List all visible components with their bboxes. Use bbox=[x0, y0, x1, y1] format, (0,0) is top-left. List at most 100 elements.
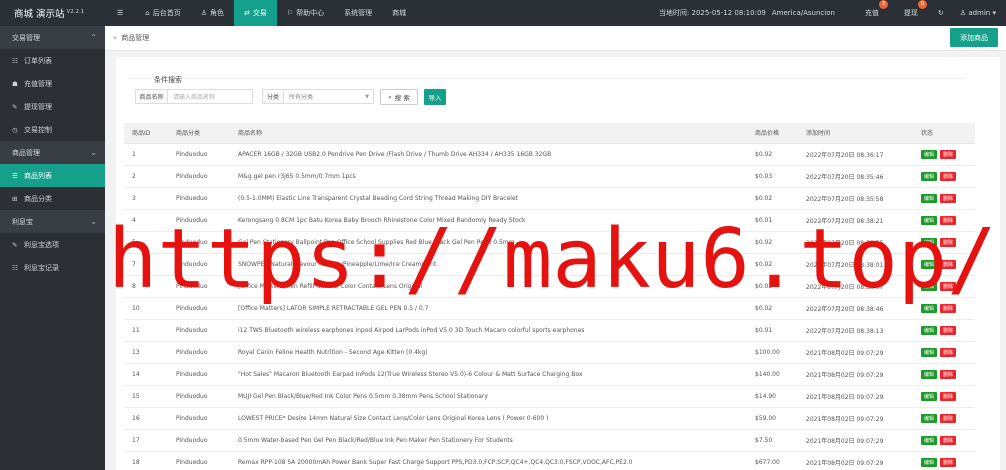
topnav-item-help[interactable]: ⚐ 帮助中心 bbox=[277, 0, 334, 26]
cell-category: Pinduoduo bbox=[168, 319, 230, 342]
delete-button[interactable]: 删除 bbox=[940, 369, 957, 379]
topnav-item-mall[interactable]: 商城 bbox=[382, 0, 416, 26]
edit-button[interactable]: 编辑 bbox=[921, 435, 938, 445]
category-select[interactable]: 所有分类 ▼ bbox=[284, 89, 374, 104]
sidebar-item-orders[interactable]: ☷ 订单列表 bbox=[0, 49, 105, 72]
delete-button[interactable]: 删除 bbox=[940, 303, 957, 313]
header-status: 状态 bbox=[913, 123, 975, 144]
search-icon: ⌕ bbox=[388, 92, 392, 101]
cell-category: Pinduoduo bbox=[168, 363, 230, 386]
sidebar-item-label: 利息宝选项 bbox=[24, 240, 59, 249]
delete-button[interactable]: 删除 bbox=[940, 171, 957, 181]
edit-button[interactable]: 编辑 bbox=[921, 325, 938, 335]
cell-time: 2021年08月02日 09:07:29 bbox=[798, 385, 913, 408]
menu-toggle-icon[interactable]: ☰ bbox=[105, 0, 135, 26]
chevron-down-icon: ⌄ bbox=[90, 217, 97, 226]
top-right-area: 当地时间: 2025-05-12 08:10:09 America/Asunci… bbox=[659, 0, 1006, 26]
brand-logo[interactable]: 商城 演示站 V2.2.1 bbox=[0, 6, 105, 20]
sidebar-group-interest[interactable]: 利息宝 ⌄ bbox=[0, 210, 105, 233]
delete-button[interactable]: 删除 bbox=[940, 259, 957, 269]
product-name-label: 商品名称 bbox=[135, 89, 168, 104]
edit-button[interactable]: 编辑 bbox=[921, 281, 938, 291]
sidebar-group-trade[interactable]: 交易管理 ⌃ bbox=[0, 26, 105, 49]
delete-button[interactable]: 删除 bbox=[940, 435, 957, 445]
edit-button[interactable]: 编辑 bbox=[921, 215, 938, 225]
search-button[interactable]: ⌕ 搜 索 bbox=[380, 89, 418, 105]
sidebar-item-interest-records[interactable]: ☷ 利息宝记录 bbox=[0, 256, 105, 279]
edit-button[interactable]: 编辑 bbox=[921, 237, 938, 247]
cell-time: 2022年07月20日 08:38:13 bbox=[798, 319, 913, 342]
product-name-input[interactable]: 请输入商品名称 bbox=[168, 89, 253, 104]
product-table: 商品ID 商品分类 商品名称 商品价格 添加时间 状态 1 Pinduoduo AP… bbox=[124, 123, 975, 470]
cell-category: Pinduoduo bbox=[168, 209, 230, 232]
sidebar-item-withdraw[interactable]: ✎ 提现管理 bbox=[0, 95, 105, 118]
cell-category: Pinduoduo bbox=[168, 451, 230, 470]
delete-button[interactable]: 删除 bbox=[940, 149, 957, 159]
cell-id: 8 bbox=[124, 275, 168, 298]
delete-button[interactable]: 删除 bbox=[940, 325, 957, 335]
table-row: 2 Pinduoduo M&g gel pen r3j65 0.5mm/0.7mm … bbox=[124, 165, 975, 188]
sidebar-item-product-list[interactable]: ☰ 商品列表 bbox=[0, 164, 105, 187]
add-product-button[interactable]: 添加商品 bbox=[950, 28, 998, 47]
edit-button[interactable]: 编辑 bbox=[921, 369, 938, 379]
cell-actions: 编辑 删除 bbox=[913, 187, 975, 210]
grid-icon: ⊞ bbox=[12, 194, 18, 203]
edit-button[interactable]: 编辑 bbox=[921, 413, 938, 423]
edit-button[interactable]: 编辑 bbox=[921, 149, 938, 159]
recharge-link[interactable]: 充值 3 bbox=[864, 0, 888, 18]
topnav-item-roles[interactable]: ♙ 角色 bbox=[191, 0, 234, 26]
sidebar-item-interest-options[interactable]: ✎ 利息宝选项 bbox=[0, 233, 105, 256]
cell-price: $7.50 bbox=[747, 429, 798, 452]
delete-button[interactable]: 删除 bbox=[940, 347, 957, 357]
delete-button[interactable]: 删除 bbox=[940, 281, 957, 291]
cell-category: Pinduoduo bbox=[168, 165, 230, 188]
double-chevron-icon: » bbox=[113, 34, 118, 42]
topnav-item-home[interactable]: ⌂ 后台首页 bbox=[135, 0, 190, 26]
sidebar-item-recharge[interactable]: ☗ 充值管理 bbox=[0, 72, 105, 95]
sidebar-group-products[interactable]: 商品管理 ⌄ bbox=[0, 141, 105, 164]
delete-button[interactable]: 删除 bbox=[940, 193, 957, 203]
edit-button[interactable]: 编辑 bbox=[921, 347, 938, 357]
table-row: 10 Pinduoduo [Office Matters] LATOR SIMPLE… bbox=[124, 297, 975, 320]
cell-id: 5 bbox=[124, 231, 168, 254]
withdraw-label: 提现 bbox=[903, 9, 918, 17]
topnav-item-system[interactable]: 系统管理 bbox=[334, 0, 382, 26]
edit-button[interactable]: 编辑 bbox=[921, 259, 938, 269]
cell-id: 11 bbox=[124, 319, 168, 342]
delete-button[interactable]: 删除 bbox=[940, 391, 957, 401]
cell-name: Gel Pen Stationery Ballpoint Pen Office … bbox=[230, 231, 747, 254]
table-row: 18 Pinduoduo Remax RPP-108 5A 20000mAh Pow… bbox=[124, 451, 975, 470]
flag-icon: ⚐ bbox=[286, 9, 294, 17]
user-menu[interactable]: ♙ admin ▾ bbox=[960, 9, 996, 17]
clock-icon: ◷ bbox=[12, 125, 18, 134]
recharge-label: 充值 bbox=[864, 9, 879, 17]
edit-button[interactable]: 编辑 bbox=[921, 193, 938, 203]
header-time: 添加时间 bbox=[798, 123, 913, 144]
sidebar-item-trade-control[interactable]: ◷ 交易控制 bbox=[0, 118, 105, 141]
sidebar-item-product-category[interactable]: ⊞ 商品分类 bbox=[0, 187, 105, 210]
import-button[interactable]: 导入 bbox=[424, 89, 446, 105]
user-icon: ♙ bbox=[959, 9, 967, 17]
cell-time: 2022年07月20日 08:38:07 bbox=[798, 275, 913, 298]
withdraw-link[interactable]: 提现 0 bbox=[903, 0, 927, 18]
topnav-item-trade[interactable]: ⇄ 交易 bbox=[234, 0, 277, 26]
refresh-icon[interactable]: ↻ bbox=[938, 9, 944, 17]
cell-id: 16 bbox=[124, 407, 168, 430]
cell-time: 2021年08月02日 09:07:29 bbox=[798, 429, 913, 452]
user-icon: ♙ bbox=[200, 9, 208, 17]
edit-button[interactable]: 编辑 bbox=[921, 457, 938, 467]
search-legend: 条件搜索 bbox=[151, 75, 185, 85]
edit-icon: ✎ bbox=[12, 102, 18, 111]
delete-button[interactable]: 删除 bbox=[940, 457, 957, 467]
search-button-label: 搜 索 bbox=[394, 94, 410, 102]
edit-button[interactable]: 编辑 bbox=[921, 391, 938, 401]
delete-button[interactable]: 删除 bbox=[940, 215, 957, 225]
edit-button[interactable]: 编辑 bbox=[921, 303, 938, 313]
cell-price: $14.90 bbox=[747, 385, 798, 408]
delete-button[interactable]: 删除 bbox=[940, 237, 957, 247]
sidebar-item-label: 交易控制 bbox=[24, 125, 52, 134]
edit-button[interactable]: 编辑 bbox=[921, 171, 938, 181]
delete-button[interactable]: 删除 bbox=[940, 413, 957, 423]
cell-price: $0.02 bbox=[747, 253, 798, 276]
cell-id: 14 bbox=[124, 363, 168, 386]
